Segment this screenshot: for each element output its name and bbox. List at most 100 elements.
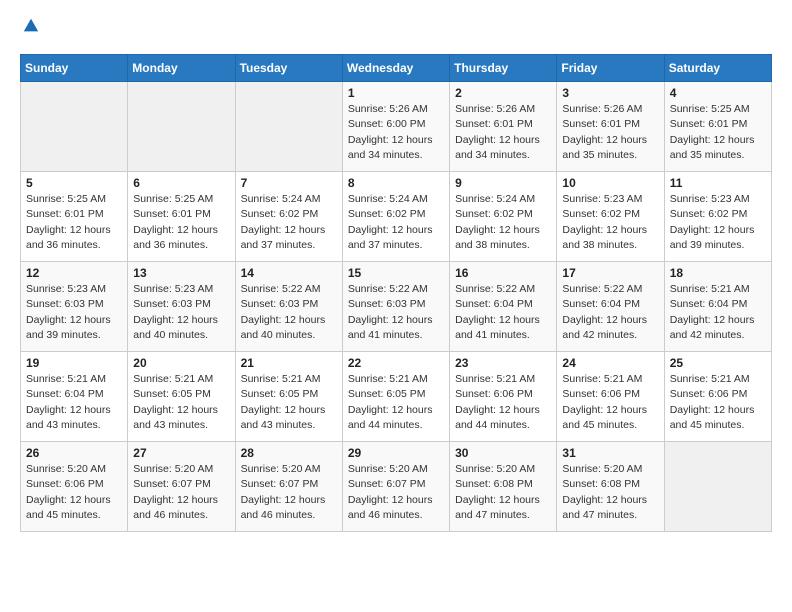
page-header	[20, 20, 772, 44]
day-info: Sunrise: 5:23 AMSunset: 6:03 PMDaylight:…	[133, 282, 229, 343]
week-row-3: 12 Sunrise: 5:23 AMSunset: 6:03 PMDayligh…	[21, 262, 772, 352]
calendar-cell: 28 Sunrise: 5:20 AMSunset: 6:07 PMDayligh…	[235, 442, 342, 532]
day-number: 23	[455, 356, 551, 370]
day-number: 22	[348, 356, 444, 370]
day-number: 17	[562, 266, 658, 280]
header-wednesday: Wednesday	[342, 55, 449, 82]
day-number: 21	[241, 356, 337, 370]
calendar-cell: 10Sunrise: 5:23 AMSunset: 6:02 PMDayligh…	[557, 172, 664, 262]
day-info: Sunrise: 5:24 AMSunset: 6:02 PMDaylight:…	[455, 192, 551, 253]
day-info: Sunrise: 5:25 AMSunset: 6:01 PMDaylight:…	[133, 192, 229, 253]
day-info: Sunrise: 5:21 AMSunset: 6:05 PMDaylight:…	[133, 372, 229, 433]
day-number: 1	[348, 86, 444, 100]
calendar-cell: 14 Sunrise: 5:22 AMSunset: 6:03 PMDayligh…	[235, 262, 342, 352]
calendar-cell: 22Sunrise: 5:21 AMSunset: 6:05 PMDayligh…	[342, 352, 449, 442]
day-number: 28	[241, 446, 337, 460]
day-info: Sunrise: 5:25 AMSunset: 6:01 PMDaylight:…	[670, 102, 766, 163]
day-info: Sunrise: 5:21 AMSunset: 6:05 PMDaylight:…	[241, 372, 337, 433]
day-number: 10	[562, 176, 658, 190]
day-number: 11	[670, 176, 766, 190]
day-info: Sunrise: 5:22 AMSunset: 6:04 PMDaylight:…	[455, 282, 551, 343]
header-thursday: Thursday	[450, 55, 557, 82]
day-info: Sunrise: 5:20 AMSunset: 6:07 PMDaylight:…	[241, 462, 337, 523]
day-info: Sunrise: 5:21 AMSunset: 6:04 PMDaylight:…	[670, 282, 766, 343]
header-sunday: Sunday	[21, 55, 128, 82]
calendar-cell: 15 Sunrise: 5:22 AMSunset: 6:03 PMDayligh…	[342, 262, 449, 352]
calendar-cell: 20 Sunrise: 5:21 AMSunset: 6:05 PMDayligh…	[128, 352, 235, 442]
day-info: Sunrise: 5:21 AMSunset: 6:06 PMDaylight:…	[670, 372, 766, 433]
calendar-cell: 23 Sunrise: 5:21 AMSunset: 6:06 PMDayligh…	[450, 352, 557, 442]
logo-text	[20, 20, 40, 44]
day-number: 15	[348, 266, 444, 280]
day-number: 7	[241, 176, 337, 190]
calendar-cell: 5 Sunrise: 5:25 AMSunset: 6:01 PMDaylight…	[21, 172, 128, 262]
logo-icon	[22, 17, 40, 35]
day-info: Sunrise: 5:23 AMSunset: 6:02 PMDaylight:…	[670, 192, 766, 253]
header-monday: Monday	[128, 55, 235, 82]
calendar-cell: 7 Sunrise: 5:24 AMSunset: 6:02 PMDaylight…	[235, 172, 342, 262]
calendar-cell: 12 Sunrise: 5:23 AMSunset: 6:03 PMDayligh…	[21, 262, 128, 352]
calendar-cell: 4Sunrise: 5:25 AMSunset: 6:01 PMDaylight…	[664, 82, 771, 172]
day-info: Sunrise: 5:20 AMSunset: 6:06 PMDaylight:…	[26, 462, 122, 523]
day-info: Sunrise: 5:20 AMSunset: 6:07 PMDaylight:…	[348, 462, 444, 523]
calendar-cell: 9 Sunrise: 5:24 AMSunset: 6:02 PMDaylight…	[450, 172, 557, 262]
calendar-cell	[235, 82, 342, 172]
day-info: Sunrise: 5:24 AMSunset: 6:02 PMDaylight:…	[348, 192, 444, 253]
day-number: 19	[26, 356, 122, 370]
week-row-4: 19 Sunrise: 5:21 AMSunset: 6:04 PMDayligh…	[21, 352, 772, 442]
calendar-cell: 19 Sunrise: 5:21 AMSunset: 6:04 PMDayligh…	[21, 352, 128, 442]
day-info: Sunrise: 5:21 AMSunset: 6:04 PMDaylight:…	[26, 372, 122, 433]
week-row-2: 5 Sunrise: 5:25 AMSunset: 6:01 PMDaylight…	[21, 172, 772, 262]
calendar-cell: 26 Sunrise: 5:20 AMSunset: 6:06 PMDayligh…	[21, 442, 128, 532]
calendar-cell	[21, 82, 128, 172]
day-number: 29	[348, 446, 444, 460]
day-info: Sunrise: 5:26 AMSunset: 6:01 PMDaylight:…	[455, 102, 551, 163]
day-info: Sunrise: 5:21 AMSunset: 6:06 PMDaylight:…	[455, 372, 551, 433]
calendar-cell	[128, 82, 235, 172]
day-number: 5	[26, 176, 122, 190]
day-number: 27	[133, 446, 229, 460]
day-number: 20	[133, 356, 229, 370]
day-info: Sunrise: 5:20 AMSunset: 6:08 PMDaylight:…	[562, 462, 658, 523]
calendar-table: SundayMondayTuesdayWednesdayThursdayFrid…	[20, 54, 772, 532]
day-number: 25	[670, 356, 766, 370]
day-number: 18	[670, 266, 766, 280]
header-tuesday: Tuesday	[235, 55, 342, 82]
calendar-cell: 18 Sunrise: 5:21 AMSunset: 6:04 PMDayligh…	[664, 262, 771, 352]
day-number: 2	[455, 86, 551, 100]
day-info: Sunrise: 5:26 AMSunset: 6:00 PMDaylight:…	[348, 102, 444, 163]
day-info: Sunrise: 5:26 AMSunset: 6:01 PMDaylight:…	[562, 102, 658, 163]
day-number: 13	[133, 266, 229, 280]
day-number: 9	[455, 176, 551, 190]
calendar-cell: 27Sunrise: 5:20 AMSunset: 6:07 PMDayligh…	[128, 442, 235, 532]
day-info: Sunrise: 5:22 AMSunset: 6:03 PMDaylight:…	[241, 282, 337, 343]
calendar-cell: 8 Sunrise: 5:24 AMSunset: 6:02 PMDaylight…	[342, 172, 449, 262]
day-info: Sunrise: 5:22 AMSunset: 6:04 PMDaylight:…	[562, 282, 658, 343]
calendar-cell: 1 Sunrise: 5:26 AMSunset: 6:00 PMDaylight…	[342, 82, 449, 172]
day-info: Sunrise: 5:24 AMSunset: 6:02 PMDaylight:…	[241, 192, 337, 253]
calendar-cell: 17 Sunrise: 5:22 AMSunset: 6:04 PMDayligh…	[557, 262, 664, 352]
day-info: Sunrise: 5:23 AMSunset: 6:03 PMDaylight:…	[26, 282, 122, 343]
logo	[20, 20, 40, 44]
day-number: 3	[562, 86, 658, 100]
calendar-cell: 29 Sunrise: 5:20 AMSunset: 6:07 PMDayligh…	[342, 442, 449, 532]
day-info: Sunrise: 5:25 AMSunset: 6:01 PMDaylight:…	[26, 192, 122, 253]
calendar-cell: 6Sunrise: 5:25 AMSunset: 6:01 PMDaylight…	[128, 172, 235, 262]
day-info: Sunrise: 5:20 AMSunset: 6:08 PMDaylight:…	[455, 462, 551, 523]
day-number: 14	[241, 266, 337, 280]
day-number: 12	[26, 266, 122, 280]
calendar-cell: 13 Sunrise: 5:23 AMSunset: 6:03 PMDayligh…	[128, 262, 235, 352]
day-number: 8	[348, 176, 444, 190]
day-number: 31	[562, 446, 658, 460]
calendar-cell	[664, 442, 771, 532]
header-saturday: Saturday	[664, 55, 771, 82]
calendar-body: 1 Sunrise: 5:26 AMSunset: 6:00 PMDaylight…	[21, 82, 772, 532]
calendar-cell: 24Sunrise: 5:21 AMSunset: 6:06 PMDayligh…	[557, 352, 664, 442]
day-number: 30	[455, 446, 551, 460]
calendar-cell: 21 Sunrise: 5:21 AMSunset: 6:05 PMDayligh…	[235, 352, 342, 442]
day-number: 16	[455, 266, 551, 280]
day-number: 26	[26, 446, 122, 460]
week-row-5: 26 Sunrise: 5:20 AMSunset: 6:06 PMDayligh…	[21, 442, 772, 532]
day-info: Sunrise: 5:22 AMSunset: 6:03 PMDaylight:…	[348, 282, 444, 343]
calendar-cell: 25 Sunrise: 5:21 AMSunset: 6:06 PMDayligh…	[664, 352, 771, 442]
